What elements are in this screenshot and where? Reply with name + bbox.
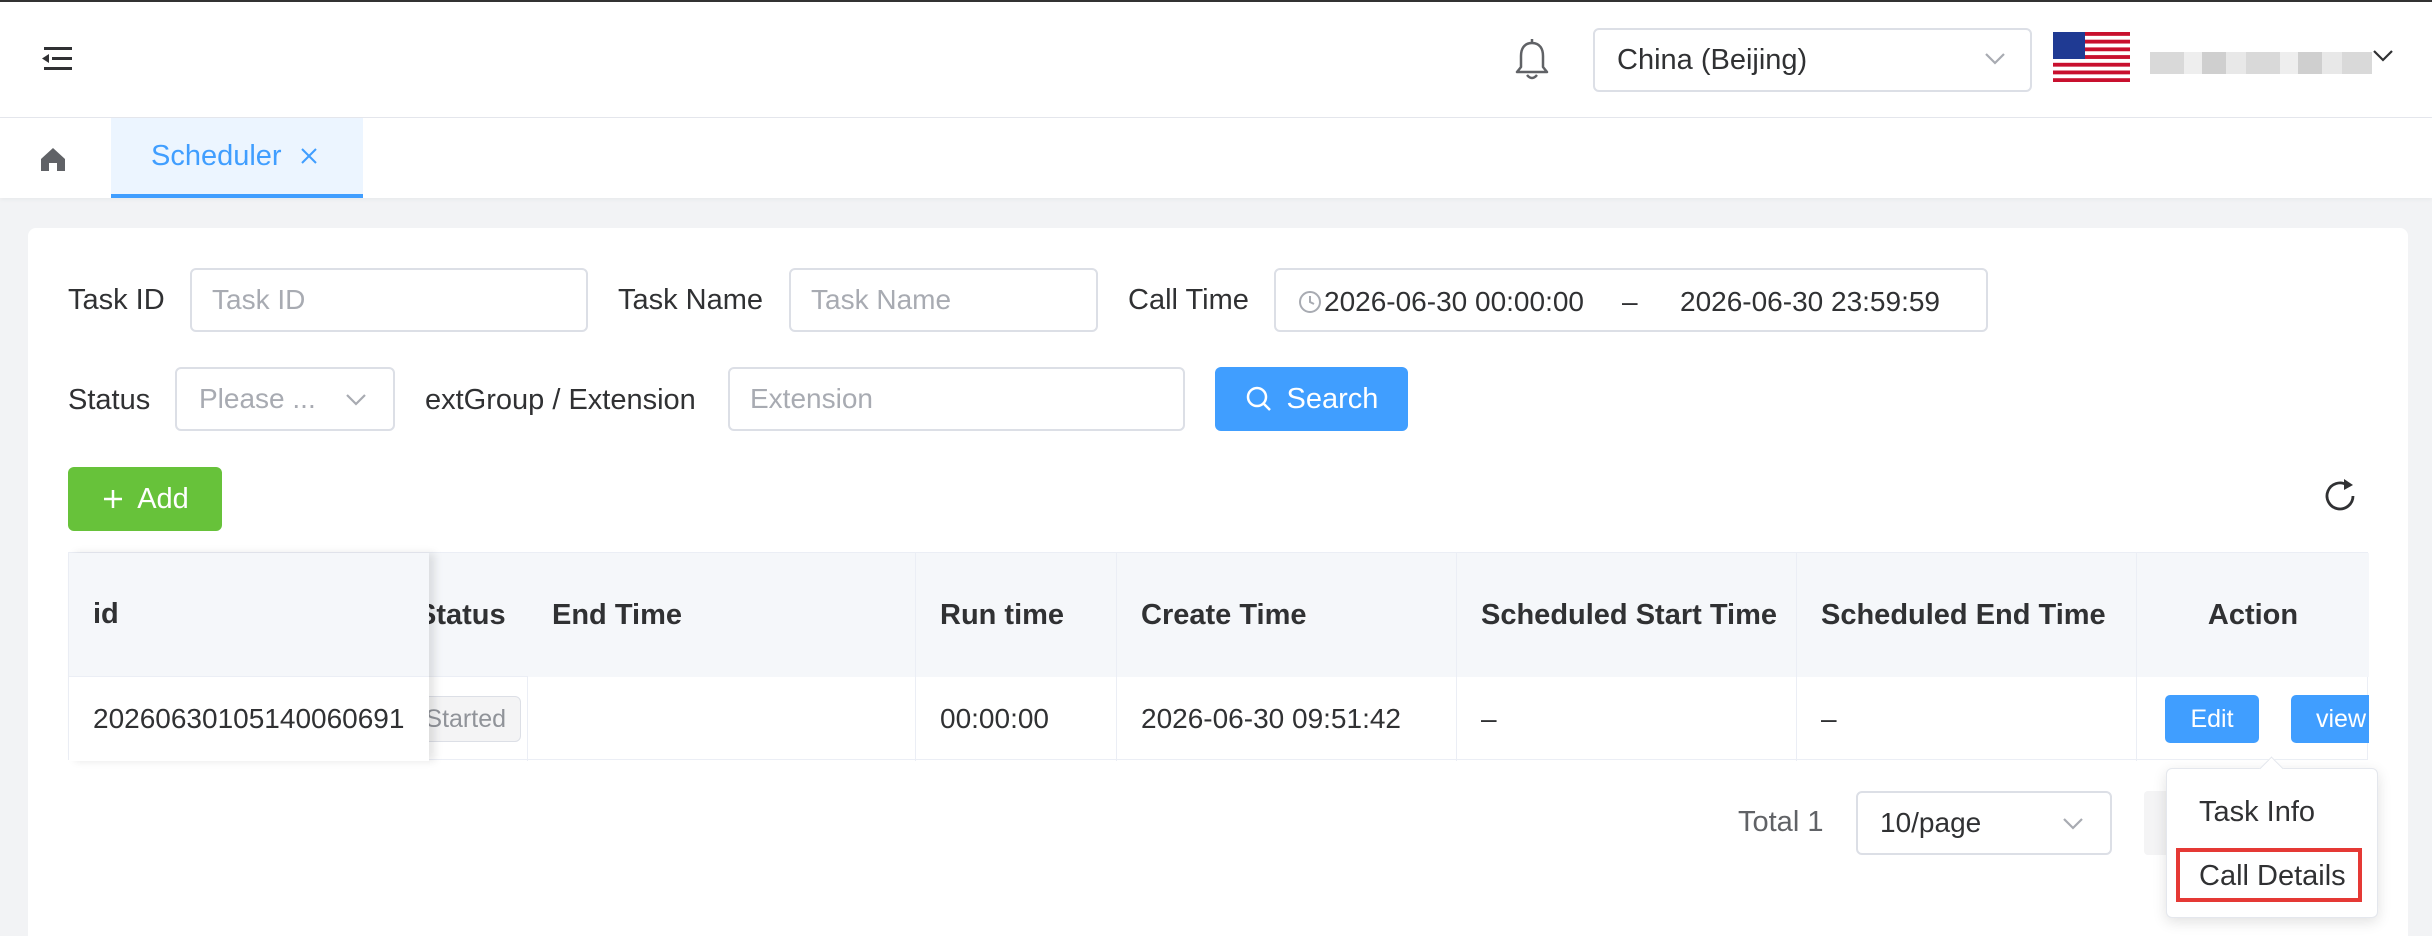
add-button-label: Add	[137, 482, 189, 515]
refresh-icon[interactable]	[2320, 476, 2360, 516]
call-time-separator: –	[1622, 286, 1638, 317]
region-select-value: China (Beijing)	[1617, 43, 1808, 76]
status-select[interactable]: Please ...	[175, 367, 395, 431]
call-time-end: 2026-06-30 23:59:59	[1680, 286, 1940, 317]
task-name-label: Task Name	[618, 284, 764, 316]
chevron-down-icon	[346, 394, 366, 406]
menu-item-task-info[interactable]: Task Info	[2199, 796, 2315, 829]
page-size-value: 10/page	[1880, 807, 1982, 838]
search-icon	[1246, 386, 1271, 411]
chevron-down-icon	[2063, 818, 2083, 830]
table-row-scheduled-end: –	[1797, 677, 2137, 761]
extension-label: extGroup / Extension	[425, 384, 696, 416]
col-header-run-time: Run time	[916, 553, 1117, 677]
col-header-scheduled-end-time: Scheduled End Time	[1797, 553, 2137, 677]
us-flag-icon[interactable]	[2053, 32, 2130, 82]
home-icon[interactable]	[30, 136, 76, 182]
search-button[interactable]: Search	[1215, 367, 1408, 431]
menu-item-call-details[interactable]: Call Details	[2199, 860, 2346, 893]
view-dropdown-menu: Task Info Call Details	[2166, 768, 2378, 918]
status-label: Status	[68, 384, 151, 416]
table-row-scheduled-start: –	[1457, 677, 1797, 761]
status-select-placeholder: Please ...	[199, 383, 316, 414]
pagination-total: Total 1	[1738, 806, 1824, 838]
col-header-action: Action	[2137, 553, 2369, 677]
edit-button[interactable]: Edit	[2165, 695, 2259, 743]
col-header-id: id	[69, 553, 429, 677]
col-header-end-time: End Time	[528, 553, 916, 677]
extension-input[interactable]	[728, 367, 1185, 431]
call-time-range-picker[interactable]: 2026-06-30 00:00:00 – 2026-06-30 23:59:5…	[1274, 268, 1988, 332]
col-header-scheduled-start-time: Scheduled Start Time	[1457, 553, 1797, 677]
table-row-run-time: 00:00:00	[916, 677, 1117, 761]
plus-icon	[104, 490, 123, 508]
call-time-start: 2026-06-30 00:00:00	[1324, 286, 1584, 317]
tab-strip: Scheduler	[0, 118, 2432, 198]
tab-scheduler-label: Scheduler	[151, 139, 282, 172]
menu-fold-icon[interactable]	[40, 44, 76, 74]
task-id-input[interactable]	[190, 268, 588, 332]
chevron-down-icon	[1985, 53, 2005, 65]
add-button[interactable]: Add	[68, 467, 222, 531]
search-button-label: Search	[1286, 382, 1379, 415]
table-row-id: 20260630105140060691	[93, 703, 405, 734]
table-row-end-time	[528, 677, 916, 761]
fixed-id-column: id 20260630105140060691	[69, 553, 429, 761]
region-select[interactable]: China (Beijing)	[1593, 28, 2032, 92]
close-icon[interactable]	[298, 145, 320, 167]
view-button[interactable]: view	[2291, 695, 2369, 743]
clock-icon	[1299, 291, 1321, 313]
call-time-label: Call Time	[1128, 284, 1249, 316]
bell-icon[interactable]	[1512, 38, 1552, 82]
task-id-label: Task ID	[68, 284, 165, 316]
task-name-input[interactable]	[789, 268, 1098, 332]
tab-scheduler[interactable]: Scheduler	[111, 118, 363, 198]
page-size-select[interactable]: 10/page	[1856, 791, 2112, 855]
top-header: China (Beijing)	[0, 0, 2432, 118]
scheduler-table: Status End Time Run time Create Time Sch…	[68, 552, 2369, 761]
user-name-redacted[interactable]	[2150, 52, 2372, 74]
table-row-action-cell: Edit view	[2137, 677, 2369, 761]
col-header-create-time: Create Time	[1117, 553, 1457, 677]
user-chevron-down-icon[interactable]	[2372, 48, 2394, 64]
table-row-create-time: 2026-06-30 09:51:42	[1117, 677, 1457, 761]
